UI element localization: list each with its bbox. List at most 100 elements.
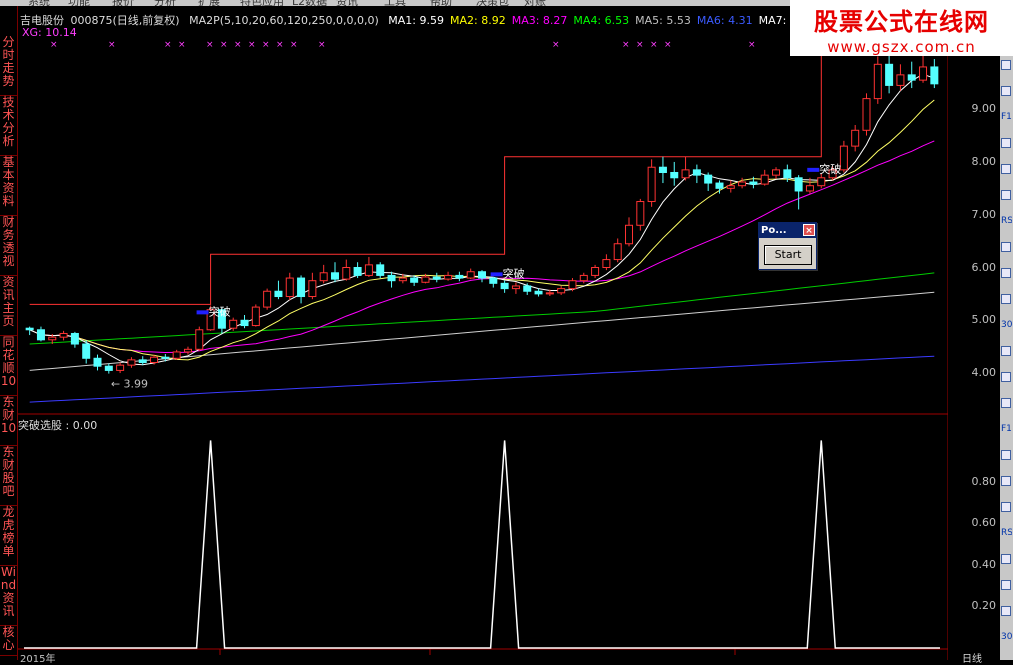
breakout-label: 突破 xyxy=(209,304,231,318)
candle-body xyxy=(93,357,102,367)
candle-body xyxy=(591,267,600,276)
candle-body xyxy=(613,243,622,261)
right-toolbar[interactable]: F1 RS 30 F1 RS 30 xyxy=(1000,56,1013,660)
toolbar-icon[interactable] xyxy=(1001,164,1011,174)
candle-body xyxy=(783,169,792,179)
toolbar-icon[interactable]: 30 xyxy=(1001,320,1012,334)
candle-body xyxy=(568,280,577,290)
candle-body xyxy=(873,63,882,100)
toolbar-icon[interactable] xyxy=(1001,294,1011,304)
candle-body xyxy=(70,332,79,345)
toolbar-icon[interactable] xyxy=(1001,502,1011,512)
toolbar-icon[interactable] xyxy=(1001,242,1011,252)
candle-body xyxy=(172,351,181,359)
indicator-tick-label: 0.20 xyxy=(971,599,997,613)
ma1-line xyxy=(29,73,935,366)
ma4-line xyxy=(29,272,935,345)
xg-marker: × xyxy=(318,40,326,50)
ma6-line xyxy=(29,355,935,403)
price-axis: 9.00 8.00 7.00 6.00 5.00 4.00 0.80 0.60 0.40 0.20 xyxy=(948,0,1000,660)
candle-body xyxy=(692,169,701,176)
candle-body xyxy=(658,166,667,174)
candle-body xyxy=(930,66,939,85)
candle-body xyxy=(25,327,34,331)
toolbar-icon[interactable] xyxy=(1001,398,1011,408)
toolbar-icon[interactable] xyxy=(1001,372,1011,382)
date-label: 2015年 xyxy=(20,654,56,665)
candle-body xyxy=(489,277,498,284)
candle-body xyxy=(240,319,249,327)
candle-body xyxy=(851,129,860,147)
toolbar-icon[interactable] xyxy=(1001,346,1011,356)
popup-window[interactable]: Po... × Start xyxy=(758,222,817,270)
candle-body xyxy=(715,182,724,189)
candle-body xyxy=(116,364,125,371)
candle-body xyxy=(738,181,747,187)
xg-marker: × xyxy=(108,40,116,50)
indicator-tick-label: 0.40 xyxy=(971,557,997,571)
popup-title-bar[interactable]: Po... × xyxy=(759,223,816,238)
candle-body xyxy=(36,329,45,341)
xg-marker: × xyxy=(290,40,298,50)
candle-body xyxy=(308,280,317,298)
toolbar-icon[interactable] xyxy=(1001,268,1011,278)
candle-body xyxy=(500,282,509,290)
toolbar-icon[interactable] xyxy=(1001,190,1011,200)
price-tick-label: 6.00 xyxy=(971,260,997,274)
toolbar-icon[interactable] xyxy=(1001,554,1011,564)
xg-marker: × xyxy=(650,40,658,50)
toolbar-icon[interactable] xyxy=(1001,606,1011,616)
candle-body xyxy=(195,329,204,350)
toolbar-icon[interactable] xyxy=(1001,476,1011,486)
xg-marker: × xyxy=(664,40,672,50)
candle-body xyxy=(805,185,814,192)
candle-body xyxy=(760,174,769,185)
candle-body xyxy=(726,185,735,189)
candle-body xyxy=(421,276,430,283)
candle-body xyxy=(602,259,611,269)
candle-body xyxy=(229,319,238,329)
candle-body xyxy=(704,174,713,184)
watermark-url: www.gszx.com.cn xyxy=(827,38,976,56)
toolbar-icon[interactable]: RS xyxy=(1001,528,1012,542)
toolbar-icon[interactable] xyxy=(1001,450,1011,460)
indicator-line xyxy=(24,440,940,649)
candle-body xyxy=(839,145,848,171)
low-price-label: ← 3.99 xyxy=(111,378,148,391)
candle-body xyxy=(523,285,532,292)
candle-body xyxy=(150,356,159,364)
start-button[interactable]: Start xyxy=(764,245,812,265)
xg-marker: × xyxy=(622,40,630,50)
candle-body xyxy=(681,169,690,179)
candle-body xyxy=(794,177,803,192)
toolbar-icon[interactable]: F1 xyxy=(1001,112,1012,126)
candle-body xyxy=(885,63,894,86)
candle-body xyxy=(896,74,905,86)
toolbar-icon[interactable] xyxy=(1001,580,1011,590)
xg-marker: × xyxy=(276,40,284,50)
candle-body xyxy=(478,271,486,279)
xg-marker: × xyxy=(636,40,644,50)
xg-marker: × xyxy=(248,40,256,50)
indicator-tick-label: 0.80 xyxy=(971,474,997,488)
stock-chart[interactable]: 突破突破突破← 3.99× × × × × × × × × × × × × × × × × × xyxy=(0,0,948,660)
candle-body xyxy=(183,348,192,353)
xg-marker: × xyxy=(748,40,756,50)
candle-body xyxy=(862,98,871,131)
price-tick-label: 5.00 xyxy=(971,313,997,327)
close-icon[interactable]: × xyxy=(803,224,815,236)
xg-marker: × xyxy=(220,40,228,50)
breakout-label: 突破 xyxy=(503,266,525,280)
candle-body xyxy=(398,277,407,282)
toolbar-icon[interactable]: F1 xyxy=(1001,424,1012,438)
toolbar-icon[interactable]: RS xyxy=(1001,216,1012,230)
xg-marker: × xyxy=(206,40,214,50)
toolbar-icon[interactable]: 30 xyxy=(1001,632,1012,646)
candle-body xyxy=(432,276,441,280)
candle-body xyxy=(444,274,453,280)
toolbar-icon[interactable] xyxy=(1001,86,1011,96)
price-tick-label: 4.00 xyxy=(971,366,997,380)
candle-body xyxy=(636,201,645,226)
toolbar-icon[interactable] xyxy=(1001,60,1011,70)
toolbar-icon[interactable] xyxy=(1001,138,1011,148)
